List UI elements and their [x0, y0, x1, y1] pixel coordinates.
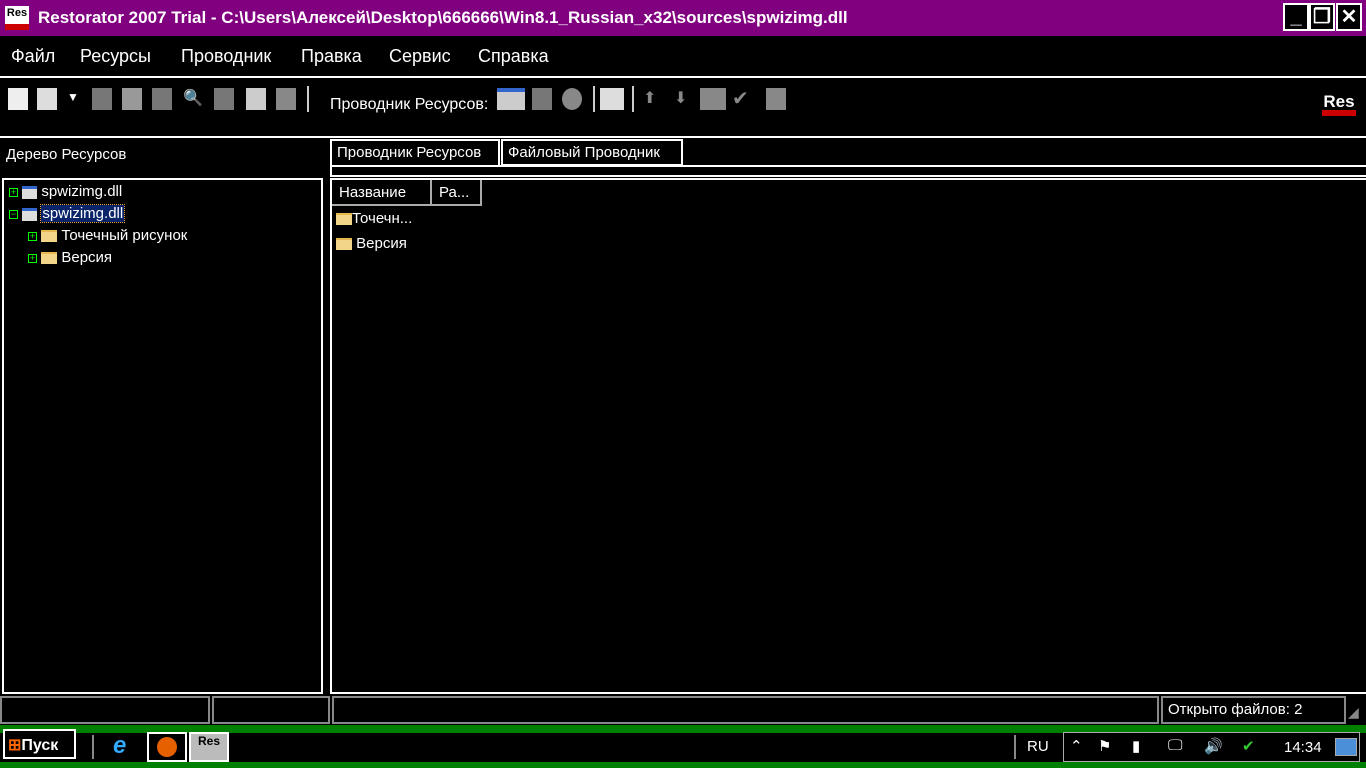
tree-item-label: spwizimg.dll [41, 183, 123, 200]
separator [593, 86, 595, 112]
tab-resource-explorer[interactable]: Проводник Ресурсов [330, 139, 500, 166]
tree-item[interactable]: + Версия [28, 249, 112, 266]
dll-icon [22, 207, 38, 221]
expand-icon[interactable]: + [28, 231, 37, 241]
windows-logo-icon: ⊞ [8, 737, 22, 754]
firefox-button[interactable] [147, 732, 187, 762]
status-panel [332, 696, 1159, 724]
list-item[interactable]: Версия [336, 235, 407, 252]
folder-icon [41, 252, 58, 265]
minimize-button[interactable]: _ [1283, 3, 1309, 31]
collapse-icon[interactable]: − [9, 209, 18, 219]
close-button[interactable]: ✕ [1336, 3, 1362, 31]
resource-list: Название Ра... Точечн... Версия [330, 178, 1366, 694]
menu-help[interactable]: Справка [478, 46, 549, 67]
resource-icon[interactable] [700, 88, 726, 110]
tree-item-label: spwizimg.dll [40, 204, 126, 223]
new-file-icon[interactable] [8, 88, 28, 110]
app-icon[interactable]: Res [5, 6, 29, 30]
save-icon[interactable] [92, 88, 112, 110]
clock[interactable]: 14:34 [1284, 739, 1322, 756]
open-folder-icon[interactable] [122, 88, 142, 110]
expand-icon[interactable]: + [9, 187, 18, 197]
folder-icon [41, 230, 58, 243]
files-open-status: Открыто файлов: 2 [1161, 696, 1346, 724]
start-button[interactable]: ⊞Пуск [3, 729, 76, 759]
restore-button[interactable]: ❐ [1309, 3, 1335, 31]
move-up-icon[interactable]: ⬆ [643, 88, 656, 108]
list-item[interactable]: Точечн... [336, 210, 412, 227]
folder-icon [336, 213, 352, 226]
tree-item-label: Точечный рисунок [61, 227, 188, 244]
edit-text-icon[interactable] [600, 88, 624, 110]
toolbar: ▼ 🔍 Проводник Ресурсов: ⬆ ⬇ ✔ Res [0, 78, 1366, 138]
dll-icon [22, 185, 38, 199]
start-label: Пуск [21, 737, 59, 754]
language-indicator[interactable]: RU [1027, 738, 1049, 755]
power-icon[interactable]: ▮ [1132, 737, 1140, 755]
tree-item-label: Версия [61, 249, 113, 266]
firefox-icon [157, 737, 177, 757]
show-desktop-icon[interactable] [1335, 738, 1357, 756]
tab-file-explorer[interactable]: Файловый Проводник [501, 139, 683, 166]
comment-icon[interactable] [152, 88, 172, 110]
menu-file[interactable]: Файл [11, 46, 55, 67]
restorator-icon: Res [197, 734, 220, 748]
expand-icon[interactable]: + [28, 253, 37, 263]
status-panel [212, 696, 330, 724]
tree-item[interactable]: − spwizimg.dll [9, 204, 126, 223]
check-icon[interactable]: ✔ [732, 86, 749, 111]
resource-tree-title: Дерево Ресурсов [6, 146, 127, 163]
tree-item[interactable]: + spwizimg.dll [9, 183, 122, 200]
open-file-icon[interactable] [37, 88, 57, 110]
menu-bar: Файл Ресурсы Проводник Правка Сервис Спр… [0, 36, 1366, 78]
menu-edit[interactable]: Правка [301, 46, 362, 67]
column-header-name[interactable]: Название [332, 180, 432, 206]
internet-explorer-icon[interactable]: e [113, 732, 126, 760]
menu-service[interactable]: Сервис [389, 46, 451, 67]
restorator-taskbar-button[interactable]: Res [189, 732, 229, 762]
system-tray: ⌃ ⚑ ▮ 🖵 🔊 ✔ 14:34 [1063, 732, 1360, 762]
explorer-label: Проводник Ресурсов: [330, 96, 489, 113]
column-header-size[interactable]: Ра... [432, 180, 482, 206]
action-center-flag-icon[interactable]: ⚑ [1098, 737, 1111, 755]
restorator-logo: Res [1322, 92, 1356, 120]
resource-tree: + spwizimg.dll − spwizimg.dll + Точечный… [2, 178, 323, 694]
sync-icon[interactable]: ✔ [1242, 737, 1255, 755]
separator [307, 86, 309, 112]
header-icon[interactable] [532, 88, 552, 110]
view-resource-icon[interactable] [497, 88, 525, 110]
compare-icon[interactable] [214, 88, 234, 110]
tree-item[interactable]: + Точечный рисунок [28, 227, 187, 244]
move-down-icon[interactable]: ⬇ [674, 88, 687, 108]
help-book-icon[interactable] [276, 88, 296, 110]
network-icon[interactable]: 🖵 [1168, 737, 1182, 754]
rc-icon[interactable] [562, 88, 582, 110]
dropdown-arrow-icon[interactable]: ▼ [67, 90, 79, 104]
folder-icon [336, 238, 352, 251]
chevron-up-icon[interactable]: ⌃ [1070, 737, 1083, 755]
separator [632, 86, 634, 112]
taskbar: ⊞Пуск e Res RU ⌃ ⚑ ▮ 🖵 🔊 ✔ 14:34 [0, 725, 1366, 768]
separator [92, 735, 94, 759]
menu-resources[interactable]: Ресурсы [80, 46, 151, 67]
tab-panel-border [330, 165, 1366, 177]
page-icon[interactable] [766, 88, 786, 110]
copy-icon[interactable] [246, 88, 266, 110]
window-title: Restorator 2007 Trial - C:\Users\Алексей… [38, 8, 848, 27]
title-bar: Res Restorator 2007 Trial - C:\Users\Але… [0, 0, 1366, 36]
separator [1014, 735, 1016, 759]
status-panel [0, 696, 210, 724]
search-icon[interactable]: 🔍 [183, 88, 203, 108]
list-item-label: Версия [356, 235, 407, 252]
list-item-label: Точечн... [352, 210, 413, 227]
menu-explorer[interactable]: Проводник [181, 46, 271, 67]
volume-icon[interactable]: 🔊 [1204, 737, 1223, 755]
resize-grip-icon[interactable]: ◢ [1348, 704, 1359, 721]
